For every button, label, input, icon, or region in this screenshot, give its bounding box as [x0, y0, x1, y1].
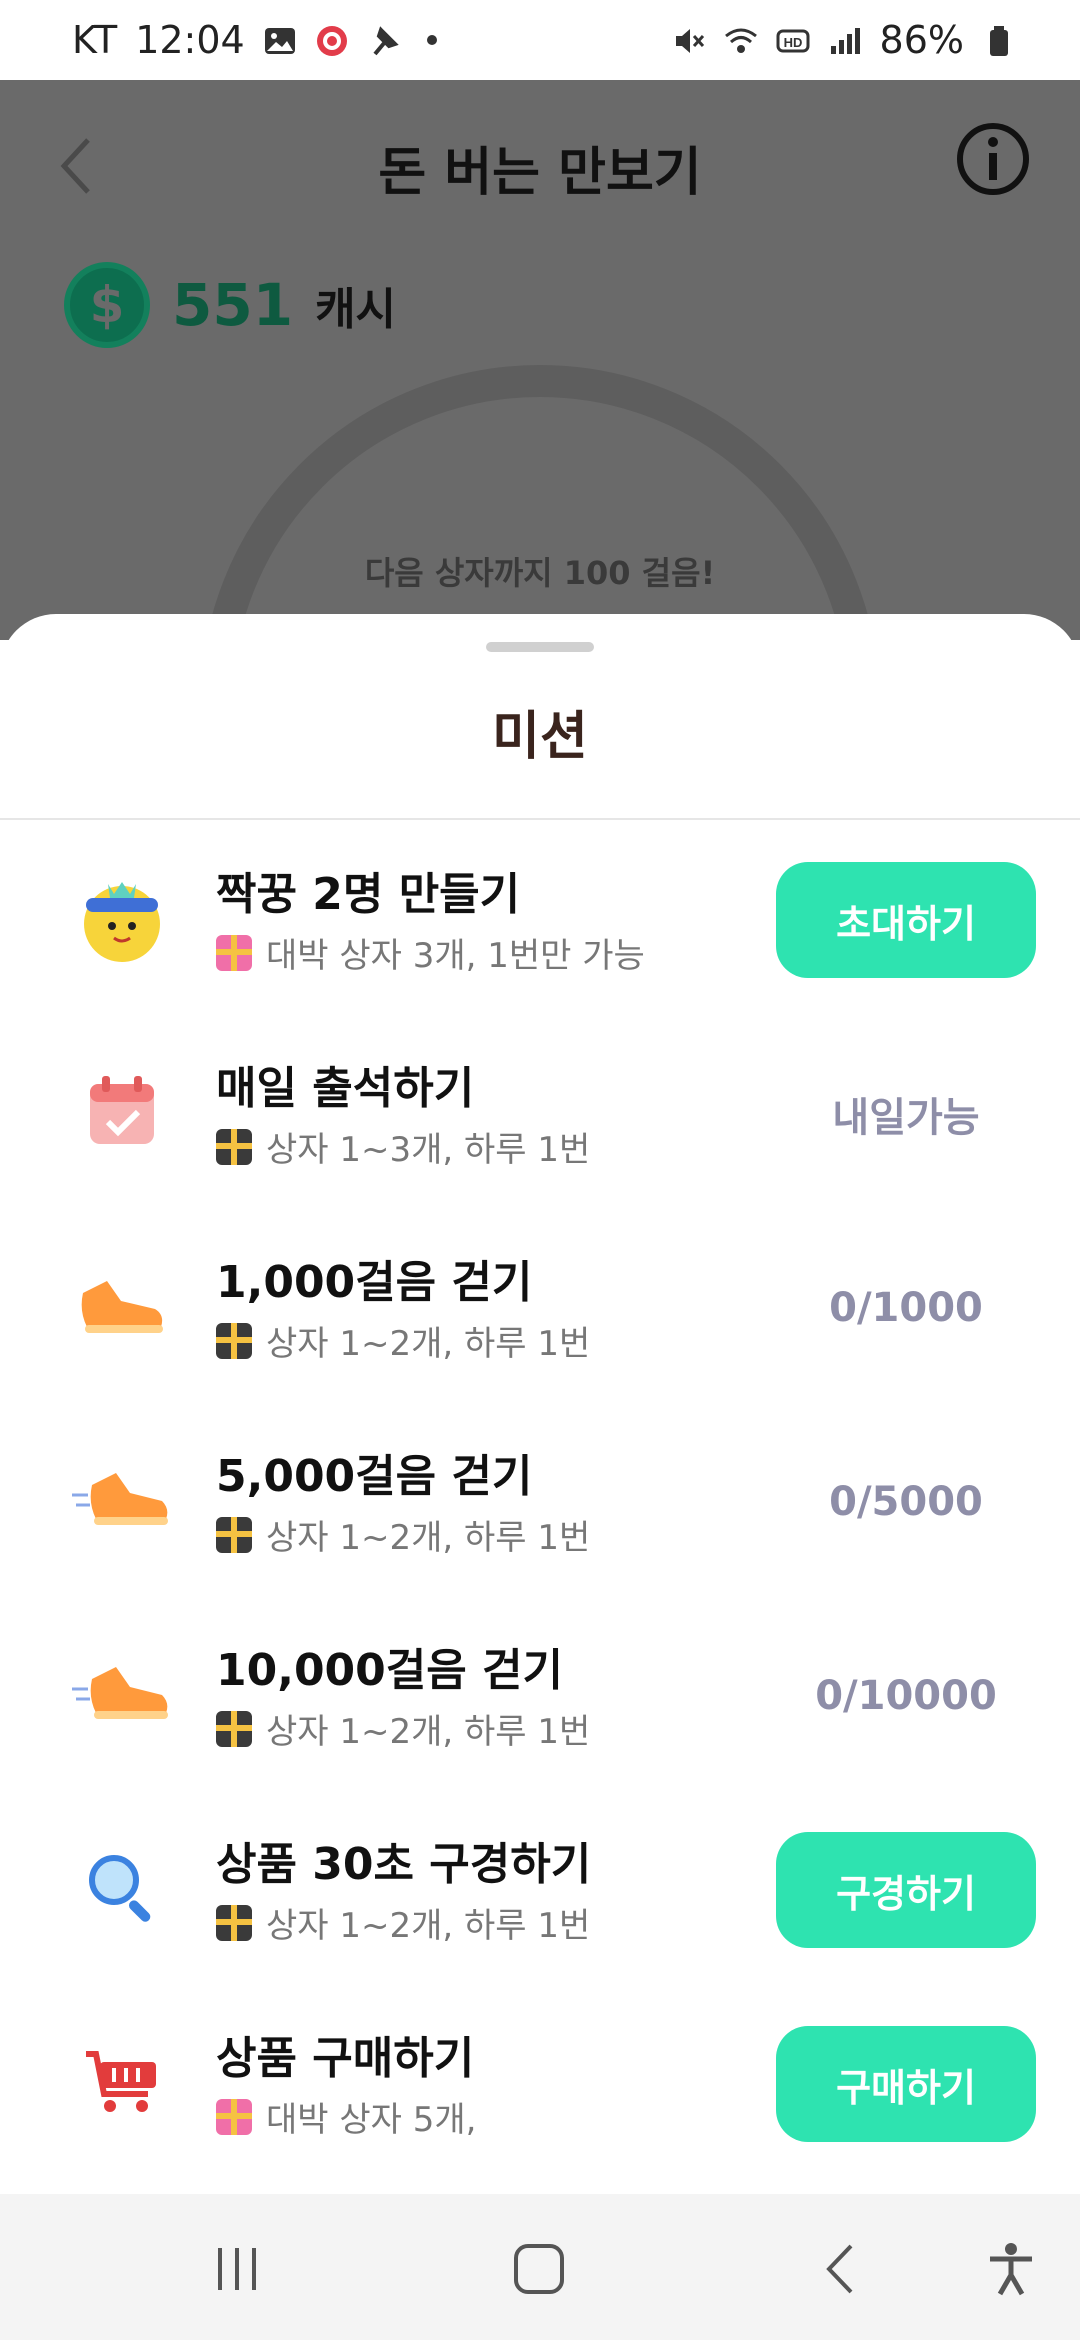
home-icon	[514, 2244, 564, 2294]
cash-amount: 551	[172, 271, 294, 339]
mission-title: 매일 출석하기	[216, 1063, 475, 1114]
gift-box-icon	[216, 1322, 252, 1359]
mute-icon	[672, 23, 706, 57]
sheet-drag-handle[interactable]	[486, 642, 594, 652]
mission-title: 5,000걸음 걷기	[216, 1451, 533, 1502]
running-sneaker-icon	[72, 1644, 172, 1744]
mission-reward-text: 대박 상자 3개, 1번만 가능	[266, 936, 645, 976]
battery-percent: 86%	[879, 18, 964, 62]
signal-icon	[828, 23, 862, 57]
clock: 12:04	[135, 18, 245, 62]
browse-button[interactable]: 구경하기	[776, 1832, 1036, 1948]
gift-box-icon	[216, 1128, 252, 1165]
mission-item-walk-5000: 5,000걸음 걷기 상자 1~2개, 하루 1번 0/5000	[0, 1404, 1080, 1598]
mission-status: 내일가능	[832, 1095, 980, 1141]
mission-reward: 상자 1~3개, 하루 1번	[216, 1122, 590, 1171]
battery-icon	[982, 23, 1016, 57]
wifi-icon	[724, 23, 758, 57]
mission-item-browse-product: 상품 30초 구경하기 상자 1~2개, 하루 1번 구경하기	[0, 1792, 1080, 1986]
pin-icon	[367, 23, 401, 57]
magnifier-icon	[72, 1838, 172, 1938]
app-notification-icon	[315, 23, 349, 57]
mission-item-invite-friends: 짝꿍 2명 만들기 대박 상자 3개, 1번만 가능 초대하기	[0, 822, 1080, 1016]
mission-item-walk-10000: 10,000걸음 걷기 상자 1~2개, 하루 1번 0/10000	[0, 1598, 1080, 1792]
mission-reward: 대박 상자 5개,	[216, 2092, 476, 2141]
back-icon	[826, 2244, 853, 2294]
calendar-icon	[72, 1062, 172, 1162]
gift-box-icon	[216, 934, 252, 971]
mission-reward-text: 상자 1~2개, 하루 1번	[266, 1324, 591, 1364]
recent-apps-button[interactable]	[202, 2234, 272, 2304]
cash-coin-icon: $	[64, 262, 150, 348]
gift-box-icon	[216, 1904, 252, 1941]
page-title: 돈 버는 만보기	[378, 143, 702, 203]
invite-button[interactable]: 초대하기	[776, 862, 1036, 978]
gift-box-icon	[216, 2098, 252, 2135]
mission-item-walk-1000: 1,000걸음 걷기 상자 1~2개, 하루 1번 0/1000	[0, 1210, 1080, 1404]
accessibility-button[interactable]	[976, 2234, 1046, 2304]
mission-title: 1,000걸음 걷기	[216, 1257, 533, 1308]
mission-reward: 상자 1~2개, 하루 1번	[216, 1510, 590, 1559]
mission-progress: 0/1000	[829, 1285, 983, 1331]
mission-bottom-sheet: 미션 짝꿍 2명 만들기 대박 상자 3개, 1번만 가능 초대하기 매일 출석…	[0, 614, 1080, 2194]
running-sneaker-icon	[72, 1450, 172, 1550]
hd-icon: HD	[776, 23, 810, 57]
recent-apps-icon	[218, 2248, 256, 2290]
accessibility-icon	[990, 2243, 1032, 2296]
pedometer-screen-dimmed: 돈 버는 만보기 $ 551 캐시 다음 상자까지 100 걸음!	[0, 80, 1080, 1045]
mission-item-daily-attendance: 매일 출석하기 상자 1~3개, 하루 1번 내일가능	[0, 1016, 1080, 1210]
mission-title: 상품 30초 구경하기	[216, 1839, 592, 1890]
sheet-title: 미션	[492, 707, 588, 767]
status-bar: KT 12:04 HD 86%	[0, 0, 1080, 80]
sneaker-icon	[72, 1256, 172, 1356]
next-box-hint: 다음 상자까지 100 걸음!	[364, 554, 716, 592]
mission-reward: 상자 1~2개, 하루 1번	[216, 1898, 590, 1947]
mission-item-purchase-product: 상품 구매하기 대박 상자 5개, 구매하기	[0, 1986, 1080, 2180]
mission-progress: 0/10000	[815, 1673, 997, 1719]
status-bar-left: KT 12:04	[72, 18, 437, 62]
mission-reward-text: 대박 상자 5개,	[266, 2100, 477, 2140]
mission-title: 짝꿍 2명 만들기	[216, 869, 521, 920]
carrier-label: KT	[72, 18, 118, 62]
info-icon	[957, 123, 1029, 195]
mission-reward-text: 상자 1~2개, 하루 1번	[266, 1518, 591, 1558]
more-notifications-dot	[426, 35, 437, 45]
system-back-button[interactable]	[806, 2234, 876, 2304]
gift-box-icon	[216, 1710, 252, 1747]
home-button[interactable]	[504, 2234, 574, 2304]
gift-box-icon	[216, 1516, 252, 1553]
mission-reward-text: 상자 1~2개, 하루 1번	[266, 1712, 591, 1752]
mission-reward: 상자 1~2개, 하루 1번	[216, 1704, 590, 1753]
sheet-divider	[0, 818, 1080, 820]
svg-text:HD: HD	[783, 35, 802, 50]
mission-progress: 0/5000	[829, 1479, 983, 1525]
mission-title: 상품 구매하기	[216, 2033, 475, 2084]
cash-balance: $ 551 캐시	[64, 262, 396, 348]
info-button[interactable]	[956, 122, 1030, 196]
friend-character-icon	[72, 868, 172, 968]
mission-reward-text: 상자 1~3개, 하루 1번	[266, 1130, 591, 1170]
mission-reward: 상자 1~2개, 하루 1번	[216, 1316, 590, 1365]
mission-reward-text: 상자 1~2개, 하루 1번	[266, 1906, 591, 1946]
cash-unit: 캐시	[315, 284, 397, 335]
mission-reward: 대박 상자 3개, 1번만 가능	[216, 928, 645, 977]
purchase-button[interactable]: 구매하기	[776, 2026, 1036, 2142]
status-bar-right: HD 86%	[672, 18, 1016, 62]
image-icon	[263, 23, 297, 57]
system-navigation-bar	[0, 2194, 1080, 2340]
mission-title: 10,000걸음 걷기	[216, 1645, 564, 1696]
shopping-cart-icon	[72, 2032, 172, 2132]
